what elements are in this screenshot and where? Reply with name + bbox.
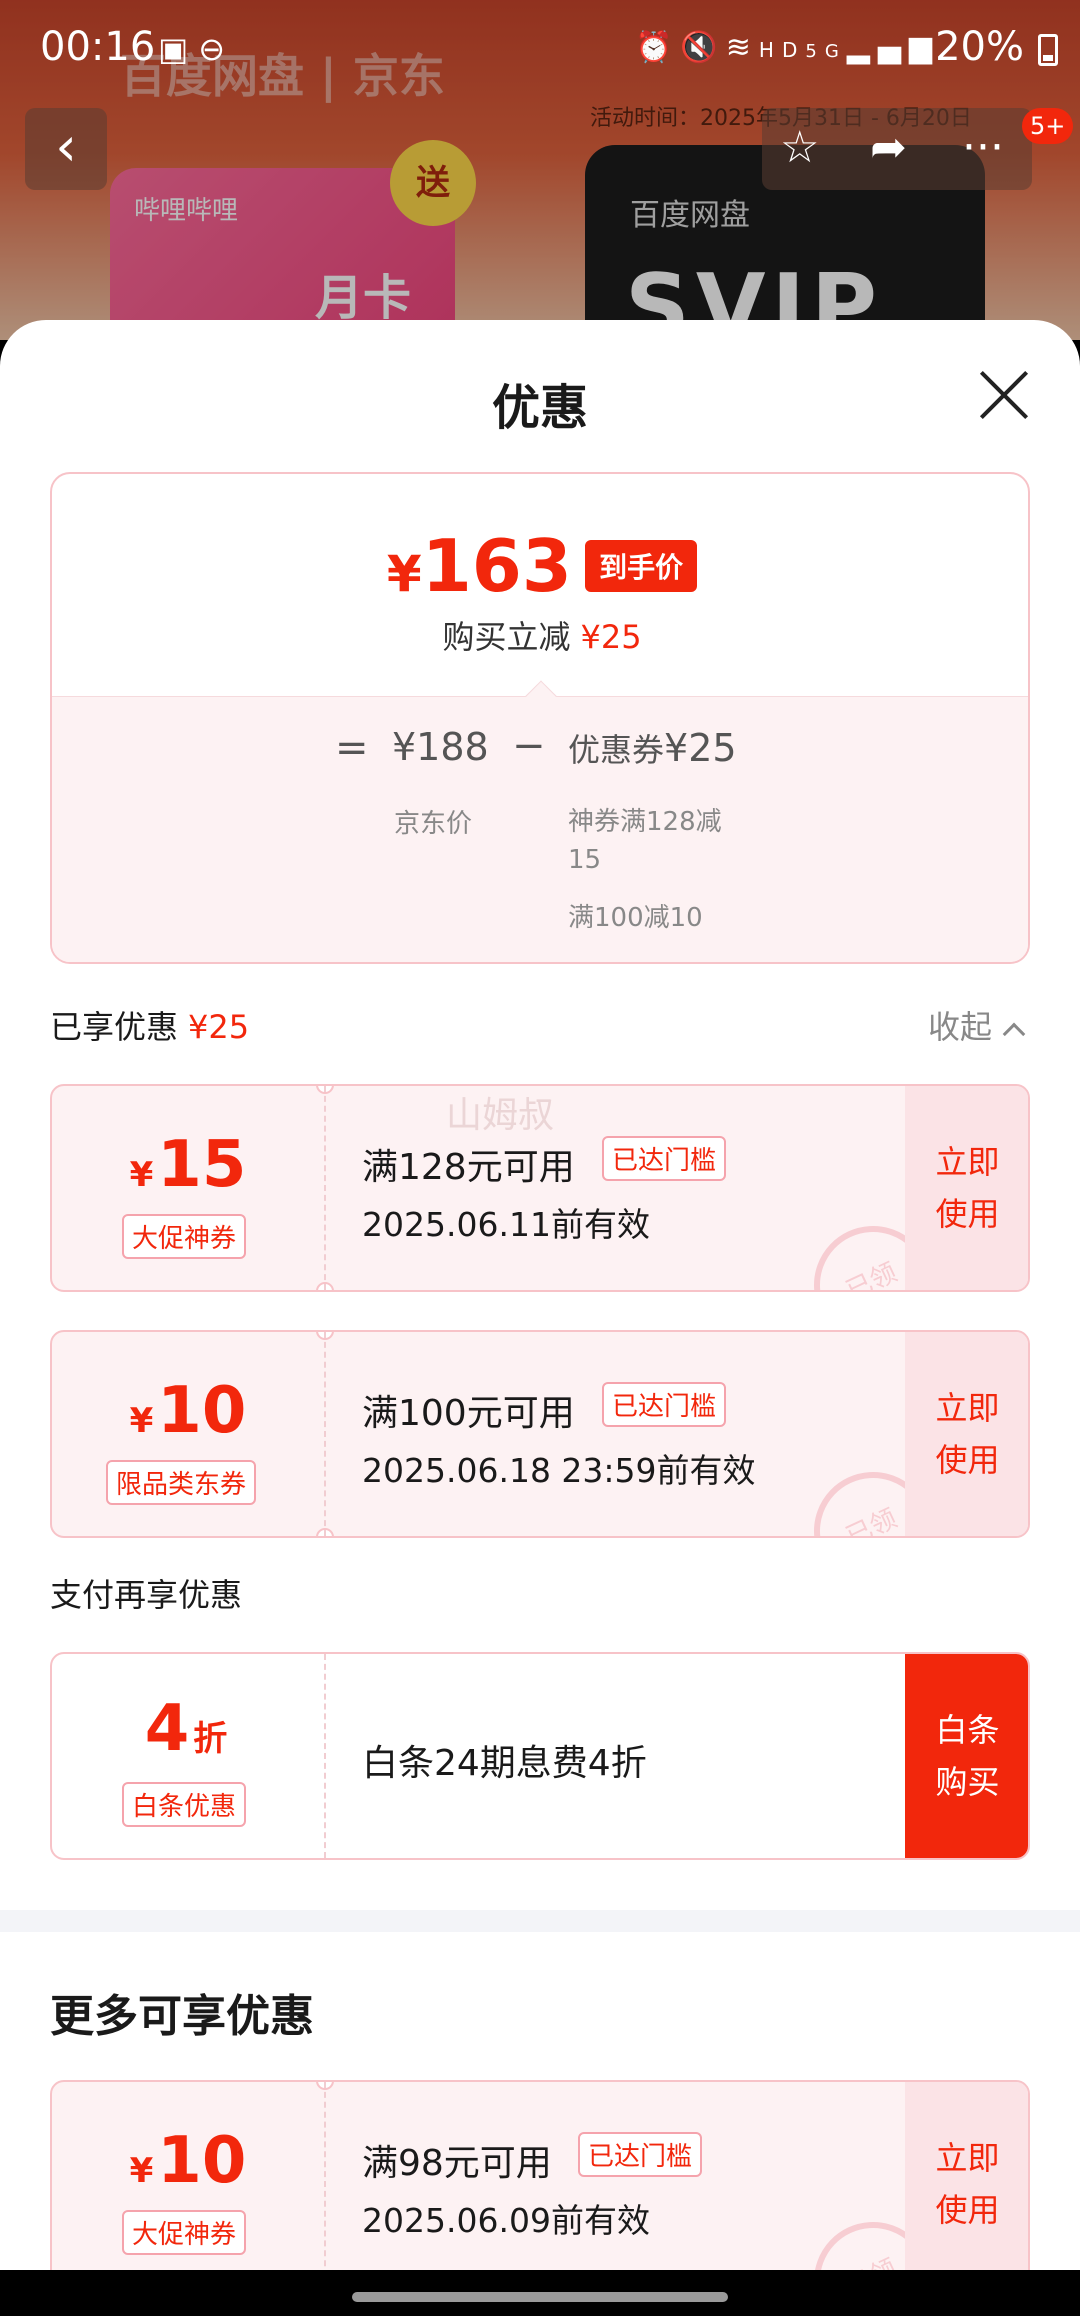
coupon-card: ¥10 大促神券 满98元可用 已达门槛 2025.06.09前有效 已领 立即… — [50, 2080, 1030, 2270]
payment-section-header: 支付再享优惠 — [50, 1576, 243, 1614]
status-time: 00:16 — [40, 24, 156, 70]
coupon-total-label: 优惠券 — [568, 731, 665, 769]
enjoyed-amount: ¥25 — [188, 1008, 250, 1046]
coupon-detail-1: 神券满128减15 — [568, 807, 722, 875]
payment-type: 白条优惠 — [122, 1782, 247, 1827]
use-now-button[interactable]: 立即 使用 — [905, 2082, 1028, 2270]
system-icons: ⏰🔇≋HD5G▂▄▆ — [635, 30, 940, 65]
more-offers-title: 更多可享优惠 — [50, 1991, 314, 2042]
network-label: 5G — [805, 41, 847, 62]
final-price-row: ¥163 到手价 — [52, 524, 1028, 608]
coupon-condition: 满128元可用 — [362, 1147, 575, 1188]
coupon-amount-value: 10 — [157, 2124, 247, 2198]
payment-discount-value: 4 — [144, 1692, 190, 1766]
enjoyed-discount-header: 已享优惠 ¥25 — [50, 1002, 249, 1048]
baitiao-buy-label: 白条 购买 — [935, 1711, 1000, 1801]
payment-description: 白条24期息费4折 — [362, 1743, 647, 1784]
coupon-total: 优惠券¥25 — [568, 725, 737, 771]
coupon-divider — [324, 2082, 326, 2270]
coupon-type: 限品类东券 — [106, 1460, 257, 1505]
coupon-validity: 2025.06.18 23:59前有效 — [362, 1451, 756, 1490]
status-bar: 00:16 ▣⊖ ⏰🔇≋HD5G▂▄▆ 20% — [0, 0, 1080, 96]
final-price-tag: 到手价 — [585, 540, 698, 592]
coupon-type: 大促神券 — [122, 2210, 247, 2255]
price-breakdown: = ¥188 − 优惠券¥25 京东价 神券满128减15 满100减10 — [52, 680, 1028, 962]
coupon-condition: 满98元可用 — [362, 2143, 552, 2184]
coupon-amount: ¥10 — [52, 1374, 324, 1448]
coupon-currency: ¥ — [129, 2151, 154, 2191]
equals-sign: = — [335, 725, 369, 771]
signal-icon: ▂▄▆ — [846, 30, 940, 65]
message-count-badge: 5+ — [1022, 108, 1074, 144]
sheet-title: 优惠 — [491, 380, 588, 436]
back-button[interactable]: ‹ — [25, 108, 107, 190]
collapse-label: 收起 — [928, 1008, 993, 1046]
jd-price: ¥188 — [392, 725, 489, 769]
currency-symbol: ¥ — [386, 545, 422, 603]
discount-sheet: 优惠 ¥163 到手价 购买立减 ¥25 = ¥188 − 优惠券¥25 京东价 … — [0, 320, 1080, 2270]
coupon-detail-2: 满100减10 — [568, 903, 703, 933]
coupon-amount-value: 10 — [157, 1374, 247, 1448]
payment-offer-card: 4折 白条优惠 白条24期息费4折 白条 购买 — [50, 1652, 1030, 1860]
coupon-validity: 2025.06.09前有效 — [362, 2201, 650, 2240]
coupon-divider — [324, 1332, 326, 1536]
top-actions: ☆ ➦ ··· — [762, 108, 1032, 190]
hd-label: HD — [758, 38, 806, 62]
threshold-tag: 已达门槛 — [602, 1136, 727, 1181]
coupon-amount: ¥10 — [52, 2124, 324, 2198]
do-not-disturb-icon: ⊖ — [198, 30, 236, 68]
use-now-label: 立即 使用 — [935, 1143, 1000, 1233]
saving-label: 购买立减 — [442, 618, 571, 656]
battery-icon — [1038, 34, 1058, 66]
gesture-bar — [0, 2270, 1080, 2316]
chevron-left-icon: ‹ — [55, 115, 77, 178]
final-price-value: 163 — [421, 524, 572, 608]
wifi-icon: ≋ — [725, 30, 759, 65]
section-separator — [0, 1910, 1080, 1932]
payment-discount-unit: 折 — [193, 1719, 228, 1759]
coupon-total-amount: ¥25 — [664, 726, 737, 770]
coupon-divider — [324, 1654, 326, 1858]
chevron-up-icon — [1002, 1022, 1026, 1046]
mute-icon: 🔇 — [680, 30, 726, 65]
baitiao-buy-button[interactable]: 白条 购买 — [905, 1654, 1028, 1858]
final-price: ¥163 — [387, 524, 572, 608]
payment-discount: 4折 — [52, 1692, 324, 1766]
coupon-amount-value: 15 — [157, 1128, 247, 1202]
watermark: 山姆叔 — [446, 1095, 555, 1136]
share-icon[interactable]: ➦ — [870, 122, 907, 173]
use-now-button[interactable]: 立即 使用 — [905, 1332, 1028, 1536]
use-now-label: 立即 使用 — [935, 1389, 1000, 1479]
threshold-tag: 已达门槛 — [602, 1382, 727, 1427]
notification-icons: ▣⊖ — [158, 30, 235, 68]
favorite-star-icon[interactable]: ☆ — [780, 122, 819, 173]
alarm-icon: ⏰ — [635, 30, 681, 65]
breakdown-pointer — [525, 680, 557, 712]
use-now-label: 立即 使用 — [935, 2139, 1000, 2229]
more-icon[interactable]: ··· — [962, 122, 1004, 173]
instant-saving: 购买立减 ¥25 — [52, 612, 1028, 658]
image-notification-icon: ▣ — [158, 30, 199, 68]
enjoyed-label: 已享优惠 — [50, 1008, 179, 1046]
coupon-type: 大促神券 — [122, 1214, 247, 1259]
coupon-currency: ¥ — [129, 1401, 154, 1441]
close-icon[interactable] — [976, 368, 1030, 422]
jd-price-label: 京东价 — [394, 809, 473, 839]
coupon-card: ¥10 限品类东券 满100元可用 已达门槛 2025.06.18 23:59前… — [50, 1330, 1030, 1538]
coupon-condition: 满100元可用 — [362, 1393, 575, 1434]
coupon-currency: ¥ — [129, 1155, 154, 1195]
home-indicator[interactable] — [352, 2292, 728, 2302]
battery-percent: 20% — [935, 24, 1024, 70]
coupon-divider — [324, 1086, 326, 1290]
threshold-tag: 已达门槛 — [578, 2132, 703, 2177]
coupon-amount: ¥15 — [52, 1128, 324, 1202]
use-now-button[interactable]: 立即 使用 — [905, 1086, 1028, 1290]
price-summary-card: ¥163 到手价 购买立减 ¥25 = ¥188 − 优惠券¥25 京东价 神券满… — [50, 472, 1030, 964]
minus-sign: − — [512, 723, 546, 769]
collapse-button[interactable]: 收起 — [928, 1002, 1026, 1048]
saving-amount: ¥25 — [580, 618, 642, 656]
coupon-validity: 2025.06.11前有效 — [362, 1205, 650, 1244]
